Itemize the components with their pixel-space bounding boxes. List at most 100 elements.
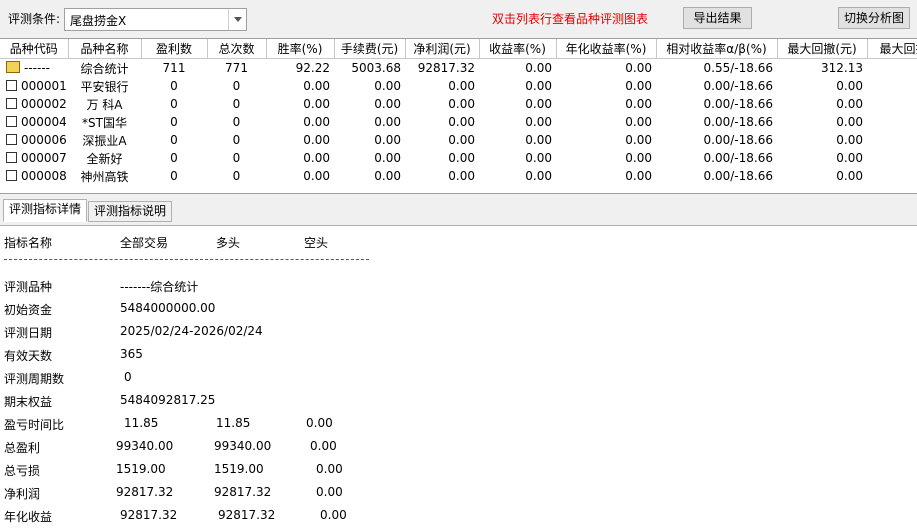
column-header[interactable]: 胜率(%) (266, 39, 335, 59)
detail-value: 5484092817.25 (120, 393, 216, 407)
column-header[interactable]: 收益率(%) (479, 39, 557, 59)
cell-total: 0 (232, 115, 241, 129)
table-row[interactable]: 000004 *ST国华 0 0 0.00 0.00 0.00 0.00 0.00 0.00/-1… (0, 113, 917, 131)
document-icon (6, 134, 17, 145)
chevron-down-icon[interactable] (228, 9, 246, 30)
column-header[interactable]: 品种代码 (0, 39, 69, 59)
column-header[interactable]: 手续费(元) (334, 39, 406, 59)
detail-value: 5484000000.00 (120, 301, 216, 315)
cell-total: 0 (232, 79, 241, 93)
switch-chart-button[interactable]: 切换分析图 (838, 7, 910, 29)
cell-total: 0 (232, 97, 241, 111)
detail-value: 92817.32 (116, 485, 174, 499)
cell-win: 0 (170, 79, 178, 93)
cell-name: 深振业A (82, 133, 127, 148)
cell-dd: 312.13 (821, 61, 863, 75)
detail-value: 365 (120, 347, 143, 361)
detail-value: 11.85 (216, 416, 251, 430)
document-icon (6, 116, 17, 127)
cell-code: 000008 (0, 167, 68, 185)
table-row[interactable]: 000008 神州高铁 0 0 0.00 0.00 0.00 0.00 0.00 0.00/-18… (0, 167, 917, 185)
cell-name: 神州高铁 (80, 169, 129, 184)
cell-empty (867, 77, 917, 95)
detail-label: 评测日期 (4, 326, 53, 340)
cell-profit: 0.00 (448, 169, 475, 183)
table-row[interactable]: 000007 全新好 0 0 0.00 0.00 0.00 0.00 0.00 0.00/-18.… (0, 149, 917, 167)
detail-header-long: 多头 (216, 236, 241, 250)
document-icon (6, 80, 17, 91)
cell-profit: 0.00 (448, 115, 475, 129)
column-header[interactable]: 品种名称 (68, 39, 142, 59)
column-header[interactable]: 最大回撤(元) (777, 39, 868, 59)
table-header-row: 品种代码 品种名称 盈利数 总次数 胜率(%) 手续费(元) 净利润(元) 收益率(%) 年化收… (0, 39, 917, 59)
condition-combobox[interactable]: 尾盘捞金X (64, 8, 247, 31)
cell-empty (867, 95, 917, 113)
cell-win: 0 (170, 151, 178, 165)
column-header[interactable]: 最大回撤 (867, 39, 917, 59)
detail-label: 评测品种 (4, 280, 53, 294)
cell-empty (867, 167, 917, 185)
detail-label: 年化收益 (4, 510, 53, 524)
cell-win: 0 (170, 97, 178, 111)
cell-empty (867, 131, 917, 149)
cell-name: 综合统计 (80, 61, 129, 76)
detail-tab-bar: 评测指标详情 评测指标说明 (0, 196, 917, 226)
cell-annual: 0.00 (625, 133, 652, 147)
column-header[interactable]: 总次数 (207, 39, 267, 59)
cell-fee: 0.00 (374, 169, 401, 183)
cell-rate: 0.00 (303, 151, 330, 165)
cell-ret: 0.00 (525, 115, 552, 129)
cell-ret: 0.00 (525, 61, 552, 75)
table-row[interactable]: 000002 万 科A 0 0 0.00 0.00 0.00 0.00 0.00 0.00/-18… (0, 95, 917, 113)
detail-label: 有效天数 (4, 349, 53, 363)
cell-dd: 0.00 (836, 79, 863, 93)
cell-code: 000001 (0, 77, 68, 95)
tab-metric-details[interactable]: 评测指标详情 (3, 199, 88, 222)
cell-dd: 0.00 (836, 133, 863, 147)
document-icon (6, 98, 17, 109)
cell-dd: 0.00 (836, 97, 863, 111)
cell-fee: 0.00 (374, 79, 401, 93)
code-text: 000001 (21, 79, 67, 93)
cell-annual: 0.00 (625, 169, 652, 183)
table-row[interactable]: 000006 深振业A 0 0 0.00 0.00 0.00 0.00 0.00 0.00/-18… (0, 131, 917, 149)
detail-value: 0 (124, 370, 132, 384)
cell-ret: 0.00 (525, 169, 552, 183)
cell-code: 000002 (0, 95, 68, 113)
column-header[interactable]: 净利润(元) (405, 39, 480, 59)
detail-value: 1519.00 (214, 462, 264, 476)
results-table[interactable]: 品种代码 品种名称 盈利数 总次数 胜率(%) 手续费(元) 净利润(元) 收益率(%) 年化收… (0, 38, 917, 194)
cell-ret: 0.00 (525, 151, 552, 165)
detail-header-short: 空头 (304, 236, 329, 250)
detail-value: 92817.32 (218, 508, 276, 522)
cell-rate: 0.00 (303, 115, 330, 129)
cell-dd: 0.00 (836, 169, 863, 183)
tab-metric-description[interactable]: 评测指标说明 (88, 201, 173, 222)
document-icon (6, 152, 17, 163)
cell-rel: 0.00/-18.66 (703, 115, 773, 129)
detail-value: 0.00 (320, 508, 347, 522)
column-header[interactable]: 年化收益率(%) (556, 39, 657, 59)
cell-fee: 0.00 (374, 151, 401, 165)
cell-fee: 0.00 (374, 97, 401, 111)
cell-rate: 0.00 (303, 169, 330, 183)
cell-rel: 0.00/-18.66 (703, 97, 773, 111)
column-header[interactable]: 相对收益率α/β(%) (656, 39, 778, 59)
code-text: 000008 (21, 169, 67, 183)
condition-value: 尾盘捞金X (70, 14, 127, 28)
cell-profit: 92817.32 (417, 61, 475, 75)
cell-rate: 92.22 (295, 61, 330, 75)
cell-dd: 0.00 (836, 151, 863, 165)
column-header[interactable]: 盈利数 (141, 39, 208, 59)
table-row[interactable]: ------ 综合统计 711 771 92.22 5003.68 92817.32 0.00… (0, 59, 917, 78)
export-results-button[interactable]: 导出结果 (683, 7, 752, 29)
cell-profit: 0.00 (448, 133, 475, 147)
table-row[interactable]: 000001 平安银行 0 0 0.00 0.00 0.00 0.00 0.00 0.00/-18… (0, 77, 917, 95)
cell-code: 000007 (0, 149, 68, 167)
detail-label: 净利润 (4, 487, 41, 501)
detail-value: 11.85 (124, 416, 159, 430)
cell-annual: 0.00 (625, 151, 652, 165)
detail-value: 1519.00 (116, 462, 166, 476)
cell-annual: 0.00 (625, 115, 652, 129)
condition-label: 评测条件: (8, 12, 61, 26)
